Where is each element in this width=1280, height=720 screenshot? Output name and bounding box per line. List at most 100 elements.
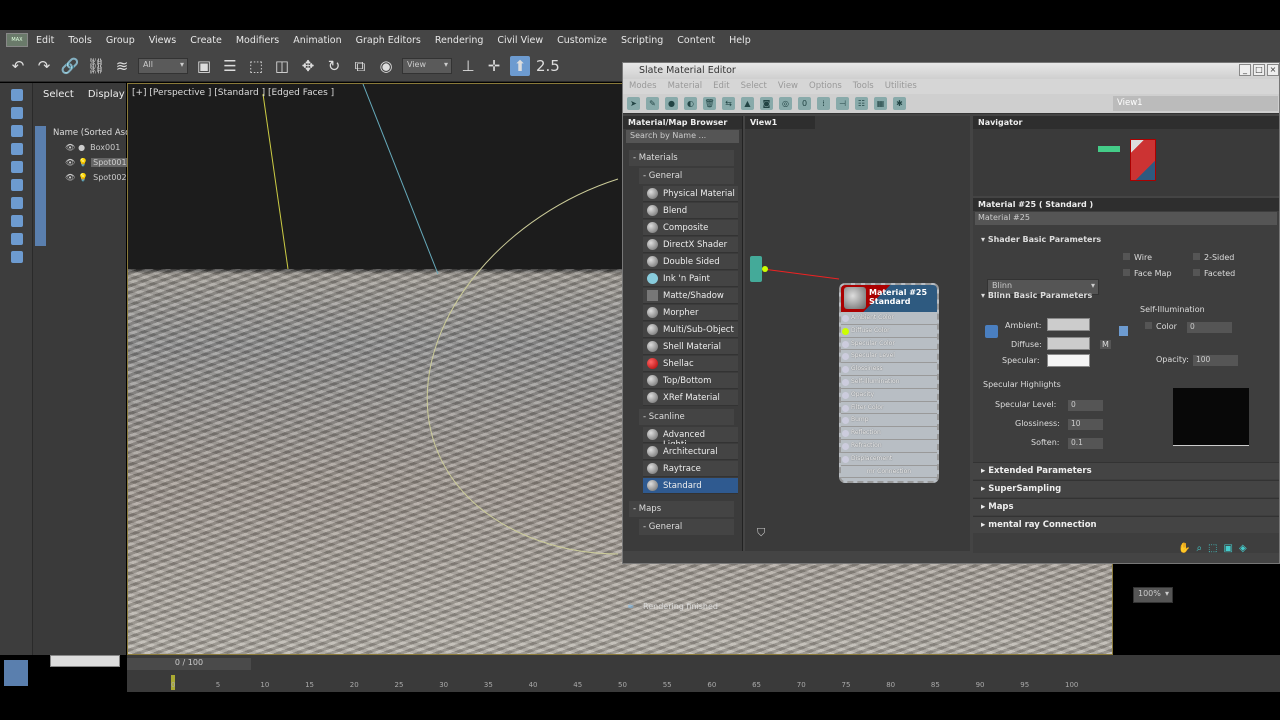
node-slot[interactable]: Self-Illumination [841,376,937,389]
time-slider[interactable]: 0 / 100 [127,658,251,670]
hide-unused-icon[interactable]: ▲ [741,97,754,110]
menu-rendering[interactable]: Rendering [435,35,484,46]
pivot-icon[interactable]: ⊥ [458,56,478,76]
minimize-button[interactable]: _ [1239,64,1251,76]
select-object-icon[interactable]: ▣ [194,56,214,76]
maximize-button[interactable]: □ [1253,64,1265,76]
browser-item[interactable]: Physical Material [643,186,738,202]
node-slot[interactable]: Opacity [841,389,937,402]
browser-item[interactable]: Shellac [643,356,738,372]
parameter-editor-icon[interactable]: ☷ [855,97,868,110]
node-footer[interactable]: mr Connection [841,466,937,479]
browser-item[interactable]: Top/Bottom [643,373,738,389]
socket-icon[interactable] [842,327,849,335]
material-name-input[interactable]: Material #25 [975,212,1277,225]
scale-icon[interactable]: ⧉ [350,56,370,76]
eye-icon[interactable]: 👁 [65,173,75,182]
socket-icon[interactable] [842,366,849,374]
menu-help[interactable]: Help [729,35,751,46]
specular-level-spinner[interactable]: 0 [1068,400,1103,411]
create-icon[interactable] [11,89,24,101]
menu-tools[interactable]: Tools [853,81,874,94]
node-slot[interactable]: Refraction [841,440,937,453]
node-slot[interactable]: Bump [841,414,937,428]
two-sided-checkbox[interactable]: 2-Sided [1193,253,1234,262]
socket-icon[interactable] [842,353,849,361]
browser-item[interactable]: Architectural [643,444,738,460]
filter-icon[interactable] [11,197,24,209]
browser-toggle-icon[interactable]: ▦ [874,97,887,110]
redo-icon[interactable]: ↷ [34,56,54,76]
node-slot[interactable]: Ambient Color [841,312,937,325]
socket-icon[interactable] [842,455,849,463]
nav-viewport-frame[interactable] [1130,139,1156,181]
material-id-icon[interactable]: 0 [798,97,811,110]
browser-item[interactable]: Double Sided [643,254,738,270]
menu-scripting[interactable]: Scripting [621,35,663,46]
menu-options[interactable]: Options [809,81,842,94]
browser-item[interactable]: Standard [643,478,738,494]
opacity-spinner[interactable]: 100 [1193,355,1238,366]
ambient-color-swatch[interactable] [1047,318,1090,331]
menu-utilities[interactable]: Utilities [885,81,917,94]
placement-icon[interactable]: ◉ [376,56,396,76]
menu-edit[interactable]: Edit [713,81,729,94]
explorer-scrollbar[interactable] [50,655,120,667]
browser-search-input[interactable]: Search by Name ... [626,130,739,143]
menu-modes[interactable]: Modes [629,81,657,94]
eyedropper-icon[interactable]: ✎ [646,97,659,110]
group-maps-general[interactable]: - General [639,519,734,535]
view-nav-icons[interactable]: ✋⌕⬚▣◈ [1178,543,1253,554]
motion-icon[interactable] [11,143,24,155]
show-shaded-icon[interactable]: ◙ [760,97,773,110]
group-general[interactable]: - General [639,168,734,184]
select-tool-icon[interactable]: ➤ [627,97,640,110]
unlink-icon[interactable]: ⛓ [86,56,106,76]
node-slot[interactable]: Filter Color [841,402,937,415]
eye-icon[interactable]: 👁 [65,143,75,152]
column-header-name[interactable]: Name (Sorted Asc [53,128,130,138]
rect-selection-icon[interactable]: ⬚ [246,56,266,76]
node-slot[interactable]: Specular Level [841,350,937,364]
tab-display[interactable]: Display [88,89,125,105]
link-icon[interactable]: 🔗 [60,56,80,76]
node-view[interactable]: View1 Material #25 Standard Ambient Color… [745,116,970,551]
selection-filter-dropdown[interactable]: All [138,57,188,74]
select-by-material-icon[interactable]: ✱ [893,97,906,110]
browser-item[interactable]: Morpher [643,305,738,321]
browser-item[interactable]: DirectX Shader [643,237,738,253]
snaps-icon[interactable]: 2.5 [536,56,560,76]
ref-coord-dropdown[interactable]: View [402,57,452,74]
app-logo[interactable]: MAX [6,33,28,47]
node-slot[interactable]: Diffuse Color [841,325,937,338]
rollout-supersampling[interactable]: ▸ SuperSampling [973,480,1279,497]
node-slot[interactable]: Displacement [841,453,937,466]
display-icon[interactable] [11,161,24,173]
view-select-dropdown[interactable]: View1 [1113,96,1278,111]
menu-views[interactable]: Views [149,35,177,46]
node-slot[interactable]: Glossiness [841,363,937,376]
menu-create[interactable]: Create [190,35,222,46]
menu-animation[interactable]: Animation [293,35,341,46]
layer-explorer-button[interactable] [4,660,28,686]
node-header[interactable]: Material #25 Standard [841,285,937,312]
node-slot[interactable]: Specular Color [841,338,937,351]
rollout-extended-parameters[interactable]: ▸ Extended Parameters [973,462,1279,479]
layout-children-icon[interactable]: ⊣ [836,97,849,110]
menu-edit[interactable]: Edit [36,35,54,46]
group-maps[interactable]: - Maps [629,501,734,517]
hierarchy-icon[interactable] [11,125,24,137]
diffuse-map-button[interactable]: M [1100,340,1111,349]
faceted-checkbox[interactable]: Faceted [1193,269,1235,278]
menu-select[interactable]: Select [741,81,767,94]
socket-icon[interactable] [842,417,849,425]
rollout-mental-ray[interactable]: ▸ mental ray Connection [973,516,1279,533]
socket-icon[interactable] [842,404,849,412]
lock-ambient-diffuse-icon[interactable] [985,325,998,338]
scene-object[interactable]: 👁 💡 Spot001 [65,158,129,167]
window-title-bar[interactable]: Slate Material Editor _ □ × [623,63,1279,79]
socket-icon[interactable] [842,430,849,438]
zoom-dropdown[interactable]: 100% [1133,587,1173,603]
socket-icon[interactable] [842,442,849,450]
socket-icon[interactable] [842,315,849,322]
